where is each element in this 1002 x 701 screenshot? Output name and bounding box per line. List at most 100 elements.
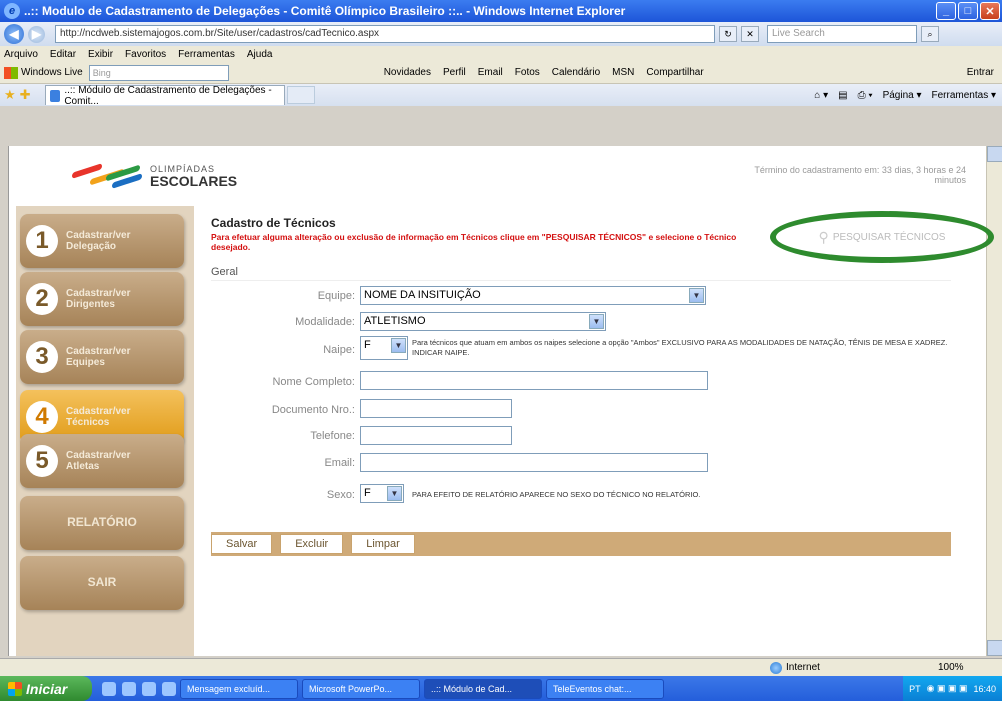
add-favorites-icon[interactable]: ✚ — [20, 87, 31, 103]
sidebar-item-relatorio[interactable]: RELATÓRIO — [20, 496, 184, 550]
maximize-button[interactable]: □ — [958, 2, 978, 20]
favorites-star-icon[interactable]: ★ — [4, 87, 16, 103]
back-button[interactable]: ◀ — [4, 24, 24, 44]
edit-warning-text: Para efetuar alguma alteração ou exclusã… — [211, 232, 737, 253]
windows-logo-icon — [8, 681, 22, 696]
system-tray: PT ◉ ▣ ▣ ▣ 16:40 — [903, 676, 1002, 701]
menu-favoritos[interactable]: Favoritos — [125, 49, 166, 60]
zoom-level[interactable]: 100% — [938, 662, 964, 673]
search-icon[interactable]: ⌕ — [921, 26, 939, 42]
media-quicklaunch-icon[interactable] — [162, 681, 176, 696]
taskbar-item-ie[interactable]: ..:: Módulo de Cad... — [424, 678, 542, 699]
scroll-up-button[interactable] — [987, 146, 1002, 162]
links-bar: Windows Live Bing Novidades Perfil Email… — [0, 62, 1002, 84]
step-number: 3 — [26, 341, 58, 373]
form-actions: Salvar Excluir Limpar — [211, 532, 951, 556]
pesquisar-tecnicos-button[interactable]: ⚲ PESQUISAR TÉCNICOS — [770, 211, 994, 263]
excluir-button[interactable]: Excluir — [280, 534, 344, 554]
globe-icon — [770, 661, 782, 674]
salvar-button[interactable]: Salvar — [211, 534, 273, 554]
home-icon[interactable]: ⌂ ▾ — [814, 90, 828, 101]
link-compartilhar[interactable]: Compartilhar — [646, 67, 703, 78]
sidebar-item-dirigentes[interactable]: 2 Cadastrar/ver Dirigentes — [20, 272, 184, 326]
limpar-button[interactable]: Limpar — [351, 534, 415, 554]
show-desktop-icon[interactable] — [102, 681, 116, 696]
live-search-input[interactable]: Live Search — [767, 25, 917, 43]
taskbar-item-mensagem[interactable]: Mensagem excluíd... — [180, 678, 298, 699]
registration-countdown: Término do cadastramento em: 33 dias, 3 … — [754, 165, 966, 185]
link-email[interactable]: Email — [478, 67, 503, 78]
tab-bar: ★ ✚ ..:: Módulo de Cadastramento de Dele… — [0, 84, 1002, 107]
refresh-icon[interactable]: ↻ — [719, 26, 737, 42]
stop-icon[interactable]: ✕ — [741, 26, 759, 42]
link-fotos[interactable]: Fotos — [515, 67, 540, 78]
documento-input[interactable] — [360, 399, 512, 418]
window-title: ..:: Modulo de Cadastramento de Delegaçõ… — [24, 4, 626, 18]
page-title: Cadastro de Técnicos — [211, 216, 336, 230]
sidebar-item-delegacao[interactable]: 1 Cadastrar/ver Delegação — [20, 214, 184, 268]
equipe-label: Equipe: — [317, 290, 355, 302]
scroll-down-button[interactable] — [987, 640, 1002, 656]
quick-launch — [102, 681, 176, 696]
new-tab-button[interactable] — [286, 86, 315, 104]
tools-menu[interactable]: Ferramentas ▾ — [932, 90, 996, 101]
nome-completo-input[interactable] — [360, 371, 708, 390]
taskbar-item-chat[interactable]: TeleEventos chat:... — [546, 678, 664, 699]
telefone-input[interactable] — [360, 426, 512, 445]
logo-swoosh-icon — [72, 158, 144, 194]
sexo-help-text: PARA EFEITO DE RELATÓRIO APARECE NO SEXO… — [412, 490, 701, 499]
vertical-scrollbar[interactable] — [986, 146, 1002, 656]
entrar-link[interactable]: Entrar — [967, 67, 994, 78]
feeds-icon[interactable]: ▤ — [838, 90, 847, 101]
language-indicator[interactable]: PT — [909, 684, 921, 694]
link-msn[interactable]: MSN — [612, 67, 634, 78]
window-titlebar: e ..:: Modulo de Cadastramento de Delega… — [0, 0, 1002, 22]
sidebar-item-atletas[interactable]: 5 Cadastrar/ver Atletas — [20, 434, 184, 488]
minimize-button[interactable]: _ — [936, 2, 956, 20]
equipe-select[interactable]: NOME DA INSITUIÇÃO ▼ — [360, 286, 706, 305]
ie-quicklaunch-icon[interactable] — [122, 681, 136, 696]
start-button[interactable]: Iniciar — [0, 676, 92, 701]
link-perfil[interactable]: Perfil — [443, 67, 466, 78]
taskbar-item-powerpoint[interactable]: Microsoft PowerPo... — [302, 678, 420, 699]
tab-cadastramento[interactable]: ..:: Módulo de Cadastramento de Delegaçõ… — [44, 85, 285, 107]
menu-exibir[interactable]: Exibir — [88, 49, 113, 60]
telefone-label: Telefone: — [310, 430, 355, 442]
modalidade-label: Modalidade: — [295, 316, 355, 328]
chevron-down-icon: ▼ — [589, 314, 604, 329]
sidebar: 1 Cadastrar/ver Delegação 2 Cadastrar/ver… — [16, 206, 194, 656]
menu-editar[interactable]: Editar — [50, 49, 76, 60]
nome-label: Nome Completo: — [272, 376, 355, 388]
bing-search-input[interactable]: Bing — [88, 64, 229, 81]
clock: 16:40 — [973, 683, 996, 694]
sidebar-item-equipes[interactable]: 3 Cadastrar/ver Equipes — [20, 330, 184, 384]
modalidade-select[interactable]: ATLETISMO ▼ — [360, 312, 606, 331]
menu-ferramentas[interactable]: Ferramentas — [178, 49, 235, 60]
tray-icons[interactable]: ◉ ▣ ▣ ▣ — [927, 683, 968, 694]
sexo-select[interactable]: F ▼ — [360, 484, 404, 503]
close-button[interactable]: ✕ — [980, 2, 1000, 20]
windows-live-link[interactable]: Windows Live — [4, 66, 83, 79]
page-menu[interactable]: Página ▾ — [883, 90, 922, 101]
link-novidades[interactable]: Novidades — [384, 67, 431, 78]
ie-icon: e — [4, 3, 20, 19]
security-zone: Internet — [770, 661, 820, 674]
firefox-quicklaunch-icon[interactable] — [142, 681, 156, 696]
email-input[interactable] — [360, 453, 708, 472]
logo-big-text: ESCOLARES — [150, 172, 238, 189]
link-calendario[interactable]: Calendário — [552, 67, 600, 78]
print-icon[interactable]: ⎙ ▾ — [858, 90, 873, 101]
url-input[interactable]: http://ncdweb.sistemajogos.com.br/Site/u… — [55, 25, 715, 43]
documento-label: Documento Nro.: — [271, 404, 355, 416]
forward-button[interactable]: ▶ — [28, 25, 45, 43]
naipe-label: Naipe: — [323, 344, 355, 356]
menu-arquivo[interactable]: Arquivo — [4, 49, 38, 60]
sidebar-item-sair[interactable]: SAIR — [20, 556, 184, 610]
chevron-down-icon: ▼ — [387, 486, 402, 501]
magnifier-icon: ⚲ — [818, 228, 829, 245]
sexo-label: Sexo: — [326, 489, 355, 501]
taskbar: Iniciar Mensagem excluíd... Microsoft Po… — [0, 676, 1002, 701]
naipe-select[interactable]: F ▼ — [360, 336, 408, 360]
menu-ajuda[interactable]: Ajuda — [247, 49, 273, 60]
olimpiadas-logo: OLIMPÍADAS ESCOLARES — [72, 158, 237, 194]
